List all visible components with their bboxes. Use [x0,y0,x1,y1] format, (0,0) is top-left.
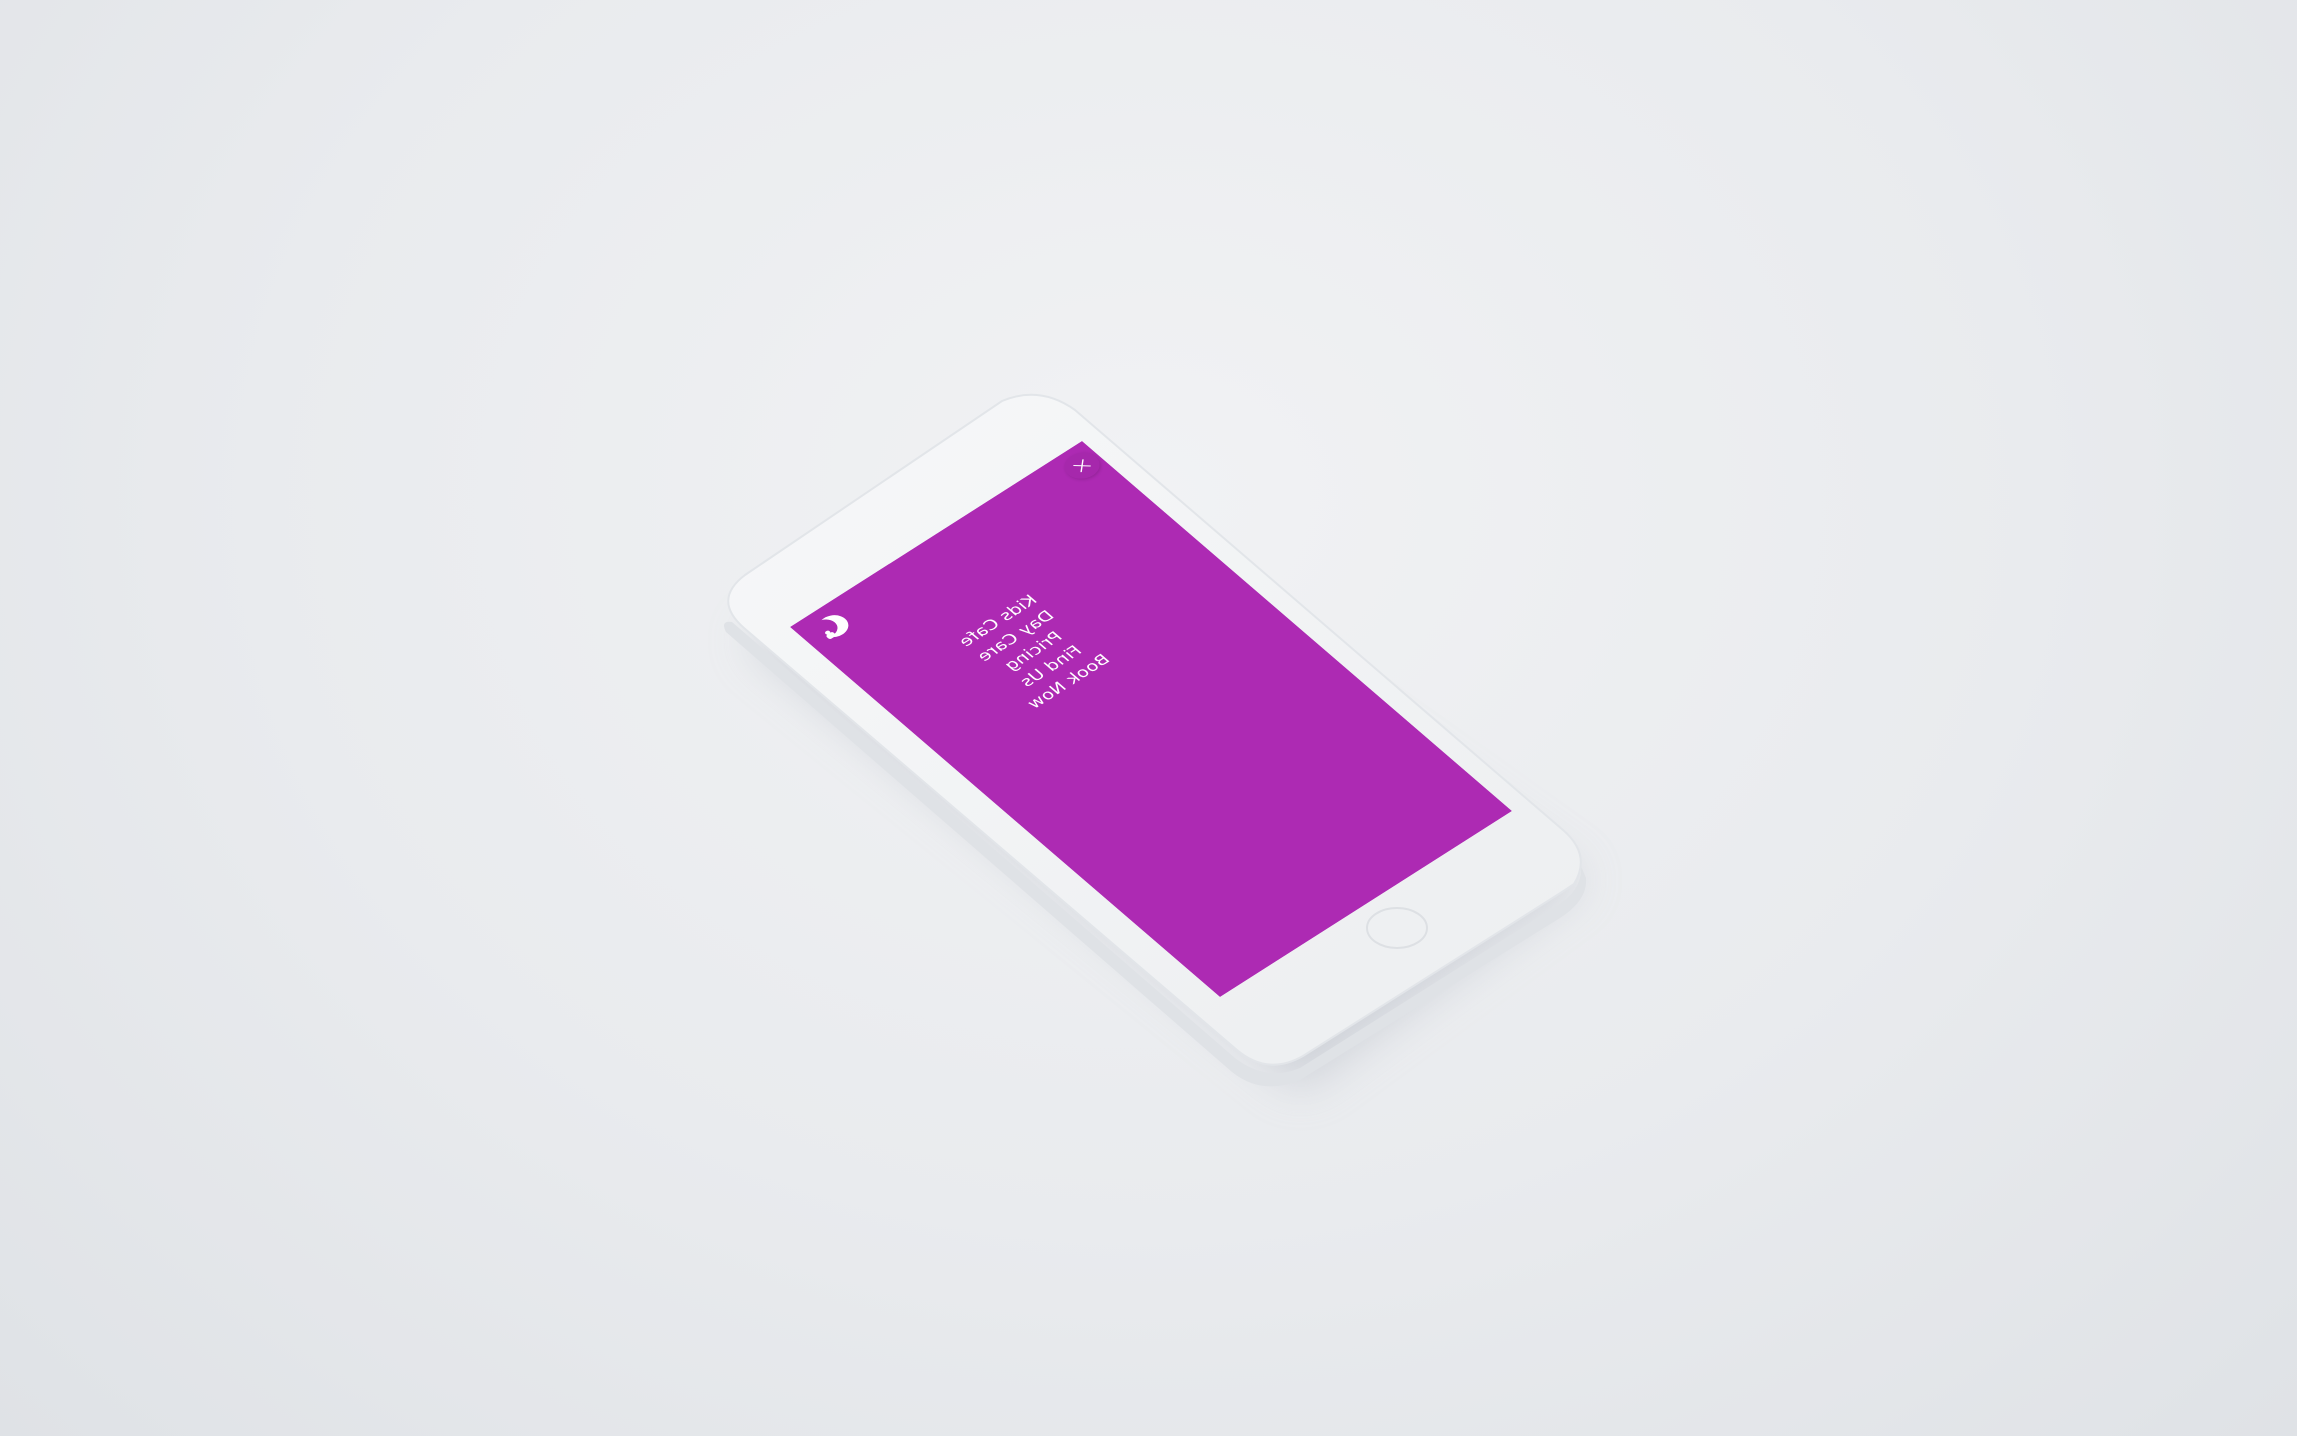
mockup-scene: Kids Cafe Day Care Pricing Find Us Book … [0,0,2297,1436]
close-icon [1073,459,1091,473]
